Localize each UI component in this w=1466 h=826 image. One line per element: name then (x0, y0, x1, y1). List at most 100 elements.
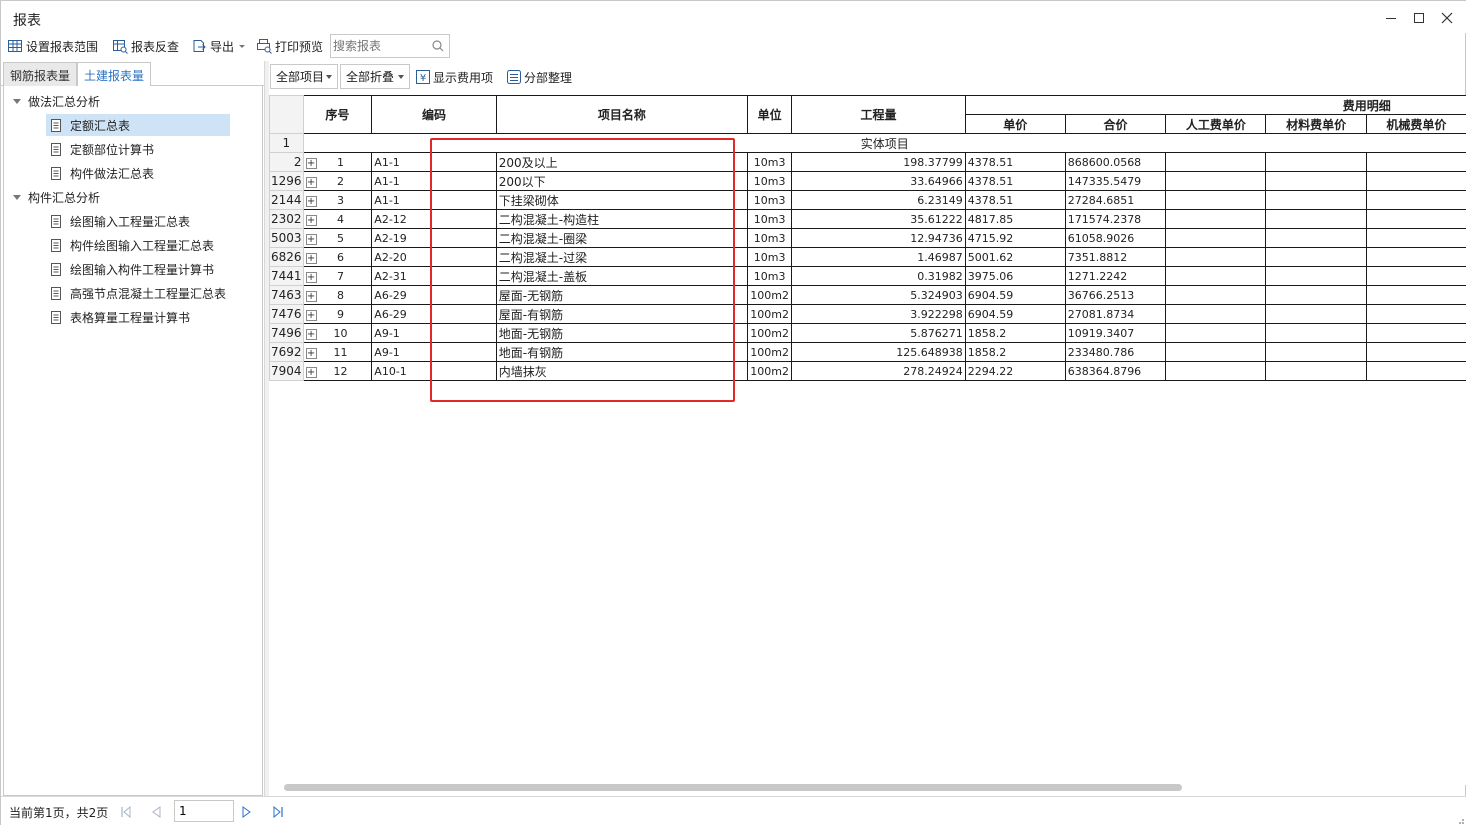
set-range-button[interactable]: 设置报表范围 (7, 36, 98, 56)
name-cell: 下挂梁砌体 (496, 191, 747, 210)
material-cell (1266, 210, 1366, 229)
table-row[interactable]: 2144+3A1-1下挂梁砌体10m36.231494378.5127284.6… (270, 191, 1466, 210)
expand-row-icon[interactable]: + (306, 367, 317, 378)
search-icon[interactable] (431, 39, 445, 53)
expand-row-icon[interactable]: + (306, 348, 317, 359)
material-cell (1266, 286, 1366, 305)
expand-row-icon[interactable]: + (306, 329, 317, 340)
unit-cell: 10m3 (748, 172, 792, 191)
scrollbar-thumb[interactable] (284, 784, 1182, 791)
next-page-button[interactable] (239, 804, 255, 820)
seq-value: 11 (317, 346, 365, 359)
code-cell: A2-12 (372, 210, 496, 229)
tree-item-component-method-summary[interactable]: 构件做法汇总表 (46, 162, 230, 184)
expand-row-icon[interactable]: + (306, 291, 317, 302)
total-cell: 171574.2378 (1065, 210, 1166, 229)
table-row[interactable]: 7692+11A9-1地面-有钢筋100m2125.6489381858.223… (270, 343, 1466, 362)
tree-group-method-summary[interactable]: 做法汇总分析 (12, 90, 100, 112)
table-row[interactable]: 7476+9A6-29屋面-有钢筋100m23.9222986904.59270… (270, 305, 1466, 324)
material-cell (1266, 172, 1366, 191)
expand-row-icon[interactable]: + (306, 177, 317, 188)
qty-cell: 5.324903 (792, 286, 966, 305)
expand-row-icon[interactable]: + (306, 310, 317, 321)
reverse-check-button[interactable]: 报表反查 (112, 36, 179, 56)
expand-row-icon[interactable]: + (306, 234, 317, 245)
table-row[interactable]: 7496+10A9-1地面-无钢筋100m25.8762711858.21091… (270, 324, 1466, 343)
expand-row-icon[interactable]: + (306, 215, 317, 226)
print-preview-label: 打印预览 (275, 38, 323, 55)
name-cell: 200及以上 (496, 153, 747, 172)
prev-page-button[interactable] (148, 804, 164, 820)
page-number-input[interactable] (174, 800, 234, 822)
tree-item-component-drawing-qty-summary[interactable]: 构件绘图输入工程量汇总表 (46, 234, 230, 256)
print-preview-button[interactable]: 打印预览 (256, 36, 323, 56)
all-items-dropdown[interactable]: 全部项目 (270, 64, 338, 89)
tree-item-drawing-component-calc[interactable]: 绘图输入构件工程量计算书 (46, 258, 230, 280)
header-unit-price: 单价 (965, 115, 1065, 134)
section-sort-button[interactable]: 分部整理 (507, 67, 572, 87)
tree-item-table-qty-calc[interactable]: 表格算量工程量计算书 (46, 306, 230, 328)
table-row[interactable]: 6826+6A2-20二构混凝土-过梁10m31.469875001.62735… (270, 248, 1466, 267)
table-row[interactable]: 1296+2A1-1200以下10m333.649664378.51147335… (270, 172, 1466, 191)
minimize-button[interactable] (1379, 7, 1403, 29)
tree-item-label: 构件做法汇总表 (70, 165, 154, 182)
svg-text:¥: ¥ (420, 73, 426, 84)
yen-icon: ¥ (416, 70, 430, 84)
table-row[interactable]: 7441+7A2-31二构混凝土-盖板10m30.319823975.06127… (270, 267, 1466, 286)
machine-cell (1366, 267, 1466, 286)
seq-value: 1 (317, 156, 365, 169)
unit-price-cell: 1858.2 (965, 324, 1065, 343)
minimize-icon (1385, 12, 1397, 24)
labor-cell (1166, 362, 1266, 381)
table-row[interactable]: 2+1A1-1200及以上10m3198.377994378.51868600.… (270, 153, 1466, 172)
expand-row-icon[interactable]: + (306, 272, 317, 283)
unit-cell: 10m3 (748, 248, 792, 267)
labor-cell (1166, 324, 1266, 343)
tree-item-drawing-qty-summary[interactable]: 绘图输入工程量汇总表 (46, 210, 230, 232)
export-button[interactable]: 导出 (191, 36, 247, 56)
labor-cell (1166, 210, 1266, 229)
tree-item-high-strength-node-summary[interactable]: 高强节点混凝土工程量汇总表 (46, 282, 230, 304)
search-input[interactable] (333, 38, 427, 54)
name-cell: 二构混凝土-构造柱 (496, 210, 747, 229)
document-icon (50, 287, 62, 300)
expand-row-icon[interactable]: + (306, 253, 317, 264)
tab-rebar-report[interactable]: 钢筋报表量 (3, 62, 77, 86)
collapse-all-dropdown[interactable]: 全部折叠 (340, 64, 410, 89)
tree-item-label: 定额汇总表 (70, 117, 130, 134)
labor-cell (1166, 172, 1266, 191)
section-label: 实体项目 (303, 134, 1466, 153)
total-cell: 638364.8796 (1065, 362, 1166, 381)
tree-group-component-summary[interactable]: 构件汇总分析 (12, 186, 100, 208)
unit-cell: 10m3 (748, 153, 792, 172)
tree-item-quota-part-calc[interactable]: 定额部位计算书 (46, 138, 230, 160)
last-page-button[interactable] (270, 804, 286, 820)
seq-value: 3 (317, 194, 365, 207)
first-page-button[interactable] (118, 804, 134, 820)
close-button[interactable] (1435, 7, 1459, 29)
table-row[interactable]: 7904+12A10-1内墙抹灰100m2278.249242294.22638… (270, 362, 1466, 381)
show-fee-button[interactable]: ¥ 显示费用项 (416, 67, 493, 87)
unit-price-cell: 6904.59 (965, 286, 1065, 305)
labor-cell (1166, 248, 1266, 267)
expand-row-icon[interactable]: + (306, 196, 317, 207)
maximize-button[interactable] (1407, 7, 1431, 29)
horizontal-scrollbar[interactable] (269, 783, 1466, 793)
set-range-label: 设置报表范围 (26, 38, 98, 55)
tree-item-quota-summary[interactable]: 定额汇总表 (46, 114, 230, 136)
table-row[interactable]: 7463+8A6-29屋面-无钢筋100m25.3249036904.59367… (270, 286, 1466, 305)
table-row[interactable]: 5003+5A2-19二构混凝土-圈梁10m312.947364715.9261… (270, 229, 1466, 248)
name-cell: 二构混凝土-圈梁 (496, 229, 747, 248)
report-tree: 做法汇总分析 定额汇总表 定额部位计算书 构件做法汇总表 构件汇总分析 绘图输入… (3, 86, 263, 796)
tab-civil-report[interactable]: 土建报表量 (77, 62, 151, 87)
expand-cell: +1 (303, 153, 372, 172)
seq-value: 4 (317, 213, 365, 226)
resize-grip-icon[interactable] (1455, 815, 1465, 825)
row-number: 2144 (270, 191, 304, 210)
unit-price-cell: 4817.85 (965, 210, 1065, 229)
expand-row-icon[interactable]: + (306, 158, 317, 169)
header-labor: 人工费单价 (1166, 115, 1266, 134)
material-cell (1266, 267, 1366, 286)
table-row[interactable]: 2302+4A2-12二构混凝土-构造柱10m335.612224817.851… (270, 210, 1466, 229)
header-machine: 机械费单价 (1366, 115, 1466, 134)
